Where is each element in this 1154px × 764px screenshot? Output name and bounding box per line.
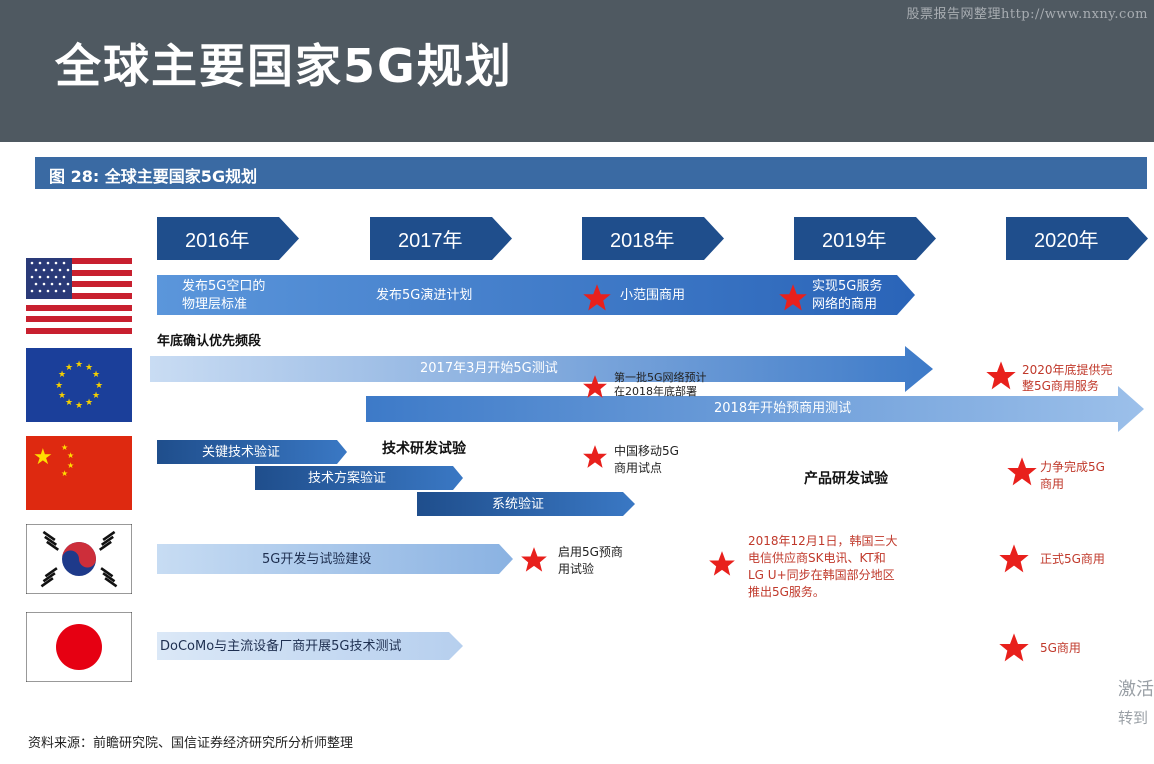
star-icon: [1007, 457, 1037, 486]
source-note: 资料来源：前瞻研究院、国信证券经济研究所分析师整理: [28, 736, 354, 751]
eu-full-line2: 整5G商用服务: [1022, 379, 1099, 393]
usa-flag-icon: [26, 258, 132, 334]
korea-pre-line2: 用试验: [558, 562, 595, 576]
eu-precommercial-label: 2018年开始预商用测试: [714, 401, 852, 416]
china-stage-1: 关键技术验证: [202, 445, 281, 460]
svg-text:★: ★: [33, 445, 53, 470]
star-icon: [986, 361, 1016, 390]
year-2019-chevron: 2019年: [794, 217, 936, 260]
japan-test-label: DoCoMo与主流设备厂商开展5G技术测试: [160, 639, 402, 654]
china-flag-icon: ★ ★ ★ ★ ★: [26, 436, 132, 510]
usa-milestone-1-line1: 发布5G空口的: [182, 279, 266, 294]
star-icon: [583, 284, 611, 311]
korea-formal: 正式5G商用: [1040, 552, 1105, 566]
china-stage-3: 系统验证: [492, 497, 545, 512]
figure-caption: 图 28: 全球主要国家5G规划: [49, 167, 258, 186]
korea-build-label: 5G开发与试验建设: [262, 552, 372, 567]
china-phase-2: 产品研发试验: [804, 471, 888, 487]
source-watermark: 股票报告网整理http://www.nxny.com: [906, 7, 1148, 22]
star-icon: [583, 375, 607, 398]
page-title: 全球主要国家5G规划: [55, 39, 513, 93]
year-2020-chevron: 2020年: [1006, 217, 1148, 260]
star-icon: [583, 445, 607, 468]
svg-text:★: ★: [85, 398, 93, 408]
star-icon: [999, 544, 1029, 573]
year-2017-chevron: 2017年: [370, 217, 512, 260]
eu-wave1-line2: 在2018年底部署: [614, 385, 697, 398]
eu-full-line1: 2020年底提供完: [1022, 363, 1113, 377]
china-stage-2: 技术方案验证: [308, 471, 387, 486]
star-icon: [779, 284, 807, 311]
eu-test-label: 2017年3月开始5G测试: [420, 361, 558, 376]
year-2016-chevron: 2016年: [157, 217, 299, 260]
korea-note-line4: 推出5G服务。: [748, 585, 825, 599]
japan-commercial: 5G商用: [1040, 641, 1081, 655]
usa-milestone-2: 发布5G演进计划: [376, 288, 473, 303]
svg-text:★: ★: [58, 391, 66, 401]
korea-note-line2: 电信供应商SK电讯、KT和: [748, 551, 886, 565]
activation-overlay[interactable]: 激活 转到: [1118, 676, 1154, 732]
svg-text:★: ★: [55, 381, 63, 391]
activation-line-1: 激活: [1118, 679, 1154, 700]
china-pilot-line2: 商用试点: [614, 461, 663, 475]
korea-pre-line1: 启用5G预商: [558, 545, 623, 559]
china-goal-line1: 力争完成5G: [1040, 460, 1105, 474]
china-pilot-line1: 中国移动5G: [614, 444, 679, 458]
japan-flag-icon: [26, 612, 132, 682]
svg-text:★: ★: [75, 401, 83, 411]
header-banner: 股票报告网整理http://www.nxny.com 全球主要国家5G规划: [0, 0, 1154, 142]
svg-text:★: ★: [92, 391, 100, 401]
china-goal-line2: 商用: [1040, 477, 1065, 491]
svg-text:★: ★: [75, 360, 83, 370]
svg-text:★: ★: [67, 451, 74, 460]
star-icon: [521, 547, 547, 572]
korea-note-line1: 2018年12月1日，韩国三大: [748, 534, 898, 548]
figure-caption-bar: 图 28: 全球主要国家5G规划: [35, 157, 1147, 189]
korea-flag-icon: [26, 524, 132, 594]
star-icon: [999, 633, 1029, 662]
eu-wave1-line1: 第一批5G网络预计: [614, 371, 707, 384]
year-2018-chevron: 2018年: [582, 217, 724, 260]
svg-text:★: ★: [61, 469, 68, 478]
svg-text:★: ★: [92, 370, 100, 380]
svg-text:★: ★: [65, 363, 73, 373]
usa-milestone-4-line2: 网络的商用: [812, 297, 878, 312]
korea-note-line3: LG U+同步在韩国部分地区: [748, 568, 895, 582]
china-phase-1: 技术研发试验: [382, 441, 466, 457]
activation-line-2: 转到: [1118, 709, 1149, 727]
svg-text:★: ★: [95, 381, 103, 391]
eu-flag-icon: ★ ★★ ★★★ ★★★ ★★★: [26, 348, 132, 422]
svg-text:★: ★: [65, 398, 73, 408]
usa-milestone-3: 小范围商用: [620, 288, 686, 303]
star-icon: [709, 551, 735, 576]
usa-milestone-4-line1: 实现5G服务: [812, 279, 883, 294]
usa-milestone-1-line2: 物理层标准: [182, 297, 248, 312]
